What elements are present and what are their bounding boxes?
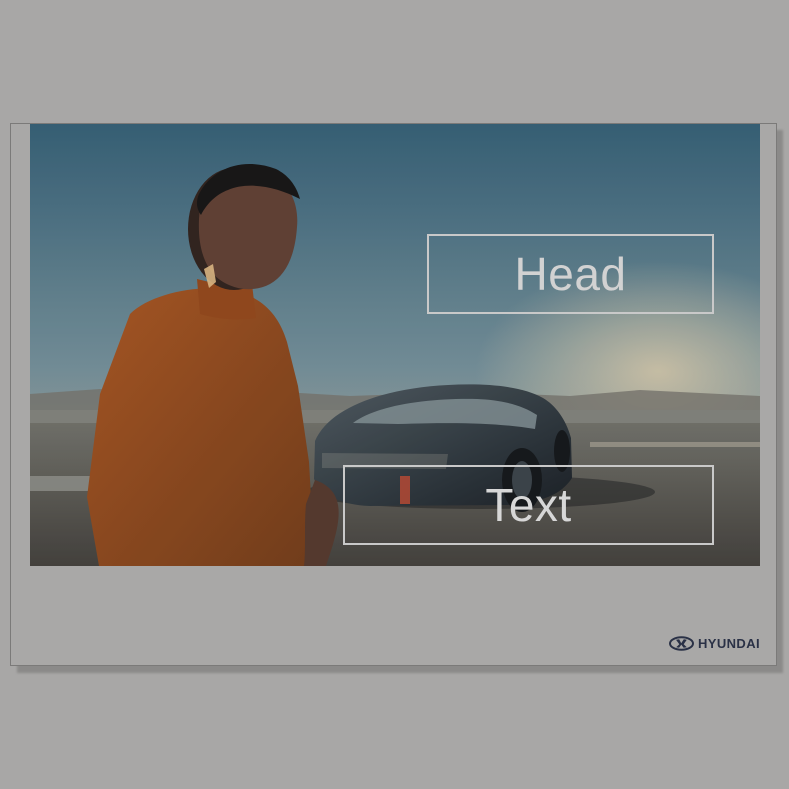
head-placeholder-text: Head [514, 248, 627, 300]
brand-logo: HYUNDAI [668, 636, 760, 651]
text-placeholder-text: Text [485, 479, 572, 531]
document-card: Head Text HYUNDAI [10, 123, 777, 666]
text-placeholder-box[interactable]: Text [343, 465, 714, 545]
brand-wordmark: HYUNDAI [697, 636, 760, 651]
hyundai-logo-icon [668, 636, 694, 651]
screen: Head Text HYUNDAI [0, 0, 789, 789]
head-placeholder-box[interactable]: Head [427, 234, 714, 314]
